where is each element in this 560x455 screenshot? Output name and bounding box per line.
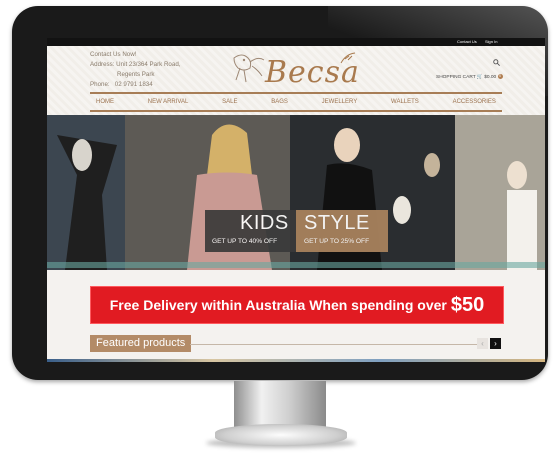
- style-offer: GET UP TO 25% OFF: [304, 238, 370, 245]
- nav-item-new-arrival[interactable]: NEW ARRIVAL: [142, 99, 195, 105]
- hero-slider[interactable]: KIDS GET UP TO 40% OFF STYLE GET UP TO 2…: [47, 115, 545, 270]
- bird-logo-icon: [233, 54, 265, 83]
- style-banner[interactable]: STYLE GET UP TO 25% OFF: [296, 210, 388, 252]
- nav-item-bags[interactable]: BAGS: [265, 99, 294, 105]
- top-bar: Contact Us Sign In: [47, 38, 545, 46]
- kids-banner[interactable]: KIDS GET UP TO 40% OFF: [205, 210, 296, 252]
- search-icon[interactable]: [493, 59, 500, 68]
- cart-icon: 🛒: [476, 74, 483, 80]
- contact-us-link[interactable]: Contact Us: [457, 39, 477, 44]
- contact-heading: Contact Us Now!: [90, 51, 137, 58]
- nav-item-wallets[interactable]: WALLETS: [385, 99, 425, 105]
- promo-amount: $50: [450, 293, 485, 316]
- sign-in-link[interactable]: Sign In: [485, 39, 497, 44]
- monitor-stand-neck: [234, 381, 326, 429]
- featured-products-strip: [47, 359, 545, 362]
- promo-text: Free Delivery within Australia When spen…: [109, 297, 447, 313]
- address-line2: Regents Park: [117, 71, 155, 78]
- leaf-logo-icon: [340, 52, 356, 64]
- style-title: STYLE: [304, 212, 370, 234]
- nav-item-sale[interactable]: SALE: [216, 99, 243, 105]
- monitor-stand-base: [215, 424, 347, 446]
- shopping-cart[interactable]: SHOPPING CART 🛒 $0.00 0: [436, 74, 503, 80]
- free-delivery-banner[interactable]: Free Delivery within Australia When spen…: [90, 286, 504, 324]
- site-logo[interactable]: Becsa: [232, 50, 359, 90]
- kids-offer: GET UP TO 40% OFF: [212, 238, 278, 245]
- kids-title: KIDS: [240, 212, 289, 234]
- featured-next-button[interactable]: ›: [490, 338, 501, 349]
- featured-prev-button[interactable]: ‹: [477, 338, 488, 349]
- nav-item-home[interactable]: HOME: [90, 99, 120, 105]
- nav-item-accessories[interactable]: ACCESSORIES: [447, 99, 502, 105]
- featured-products-title: Featured products: [90, 335, 192, 352]
- nav-item-jewellery[interactable]: JEWELLERY: [316, 99, 364, 105]
- address-line1: Address: Unit 23/364 Park Road,: [90, 61, 181, 68]
- main-nav: HOME NEW ARRIVAL SALE BAGS JEWELLERY WAL…: [90, 92, 502, 112]
- featured-divider: [190, 344, 478, 345]
- contact-block: Contact Us Now! Address: Unit 23/364 Par…: [90, 50, 180, 90]
- cart-count-badge: 0: [497, 74, 503, 79]
- phone-line: Phone: 02 9791 1834: [90, 81, 153, 88]
- site-header: Contact Us Now! Address: Unit 23/364 Par…: [47, 46, 545, 126]
- screen: Contact Us Sign In Contact Us Now! Addre…: [47, 38, 545, 362]
- monitor-frame: Contact Us Sign In Contact Us Now! Addre…: [12, 6, 548, 380]
